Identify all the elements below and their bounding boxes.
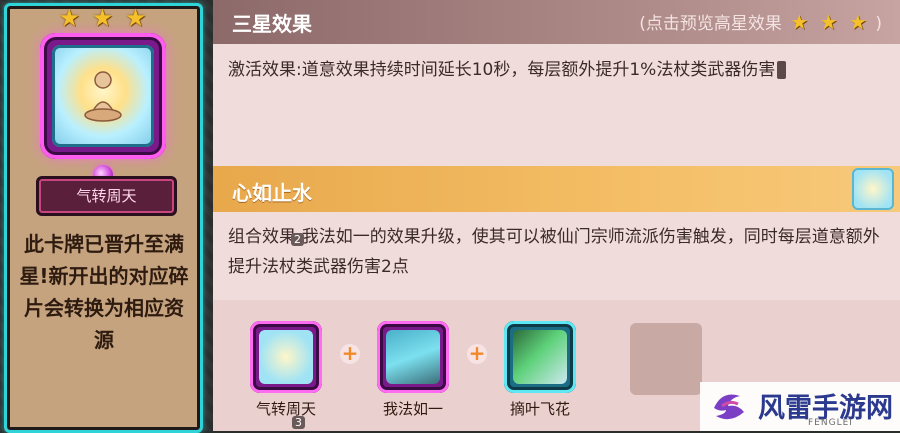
leaf-crystal-icon	[513, 330, 567, 384]
empty-combo-slot	[630, 323, 702, 395]
combo-title: 心如止水	[232, 181, 312, 205]
combo-monk-icon[interactable]	[852, 168, 894, 210]
plus-icon: +	[340, 341, 360, 365]
activation-effect-body: 激活效果:道意效果持续时间延长10秒，每层额外提升1%法杖类武器伤害	[228, 60, 776, 80]
star-icon: ★	[58, 4, 83, 32]
marker-badge: 3	[292, 416, 305, 429]
monk-meditation-icon	[52, 45, 154, 147]
star-icon: ★	[790, 10, 809, 34]
combo-card-label-3: 摘叶飞花	[509, 400, 570, 418]
card-name: 气转周天	[36, 176, 177, 216]
card-star-rating: ★ ★ ★	[7, 4, 200, 32]
combo-header	[213, 166, 900, 212]
marker-badge: 2	[291, 233, 304, 246]
combo-effect-text: 组合效果:我法如一的效果升级，使其可以被仙门宗师流派伤害触发，同时每层道意额外提…	[228, 227, 880, 277]
plus-icon: +	[467, 341, 487, 365]
three-star-title: 三星效果	[232, 12, 312, 36]
combo-card-slot-2[interactable]	[377, 321, 449, 393]
watermark-sub: FENGLEI	[808, 418, 853, 428]
card-art-frame	[40, 33, 166, 185]
fenglei-logo-icon	[714, 394, 744, 420]
sword-icon	[386, 330, 440, 384]
combo-card-label-2: 我法如一	[382, 400, 443, 418]
activation-effect-text: 激活效果:道意效果持续时间延长10秒，每层额外提升1%法杖类武器伤害	[228, 55, 888, 85]
preview-high-star-button[interactable]: (点击预览高星效果 ★ ★ ★ )	[639, 9, 882, 34]
monk-meditation-icon	[259, 330, 313, 384]
preview-hint-text: (点击预览高星效果	[639, 14, 782, 34]
preview-hint-close: )	[875, 14, 882, 34]
combo-card-slot-3[interactable]	[504, 321, 576, 393]
combo-card-label-1: 气转周天	[255, 400, 316, 418]
text-caret	[777, 61, 787, 79]
card-panel: ★ ★ ★ 气转周天 此卡牌已晋升至满星!新开出的对应碎片会转换为相应资源	[4, 3, 203, 433]
star-icon: ★	[91, 4, 116, 32]
combo-card-slot-1[interactable]	[250, 321, 322, 393]
star-icon: ★	[819, 10, 838, 34]
star-icon: ★	[849, 10, 867, 34]
card-description: 此卡牌已晋升至满星!新开出的对应碎片会转换为相应资源	[19, 232, 189, 352]
star-icon: ★	[124, 4, 149, 32]
